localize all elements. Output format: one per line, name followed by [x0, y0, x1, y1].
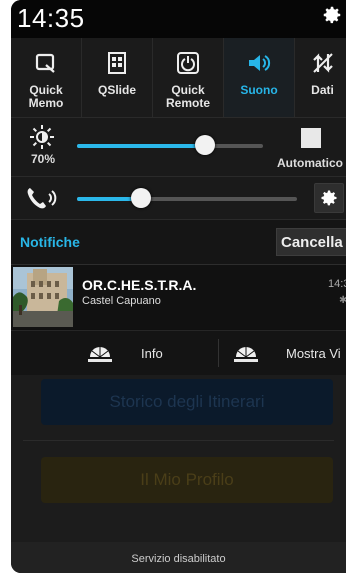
qslide-icon	[108, 52, 126, 74]
toggle-quick-remote[interactable]: Quick Remote	[153, 38, 224, 117]
auto-brightness-checkbox[interactable]	[301, 128, 321, 148]
volume-row	[11, 177, 346, 220]
toggle-quick-memo[interactable]: Quick Memo	[11, 38, 82, 117]
show-action-label: Mostra Vi	[286, 346, 341, 361]
quick-remote-icon	[177, 52, 199, 74]
notification-title: OR.C.HE.S.T.R.A.	[82, 277, 197, 293]
gear-icon	[321, 190, 337, 206]
action-divider	[218, 339, 219, 367]
notification-item[interactable]: OR.C.HE.S.T.R.A. Castel Capuano 14:3 ✱	[11, 265, 346, 329]
toggle-sound[interactable]: Suono	[224, 38, 295, 117]
orchestra-logo-icon	[234, 347, 258, 362]
toggle-label: Quick Memo	[28, 83, 64, 110]
toggle-qslide[interactable]: QSlide	[82, 38, 153, 117]
brightness-row: 70% Automatico	[11, 118, 346, 177]
background-app: Storico degli Itinerari Il Mio Profilo	[11, 375, 346, 542]
divider	[23, 440, 334, 441]
data-icon	[312, 53, 333, 73]
brightness-slider-fill	[77, 144, 205, 148]
clear-notifications-button[interactable]: Cancella	[276, 228, 346, 256]
notification-subtitle: Castel Capuano	[82, 295, 161, 307]
quick-memo-icon	[35, 53, 55, 73]
volume-slider[interactable]	[77, 188, 297, 208]
settings-gear-icon[interactable]	[321, 4, 343, 26]
ringer-phone-icon	[27, 188, 57, 209]
sound-icon	[249, 55, 271, 71]
volume-slider-thumb[interactable]	[131, 188, 151, 208]
brightness-slider-thumb[interactable]	[195, 135, 215, 155]
notification-actions: Info Mostra Vi	[11, 330, 346, 376]
notification-time: 14:3	[328, 278, 346, 290]
brightness-slider[interactable]	[77, 135, 263, 155]
toggle-label: QSlide	[97, 83, 136, 97]
volume-settings-button[interactable]	[314, 183, 344, 213]
quick-toggles: Quick Memo QSlide Quick Remote Suono Dat…	[11, 38, 346, 118]
toggle-label: Quick Remote	[165, 83, 210, 110]
info-action-label: Info	[141, 346, 163, 361]
toggle-label: Dati	[311, 83, 334, 97]
brightness-percent: 70%	[31, 152, 56, 166]
notification-panel: 14:35 Quick Memo QSlide Quick Remote Suo…	[11, 0, 346, 573]
status-bar: 14:35	[11, 0, 346, 38]
notifications-header: Notifiche Cancella	[11, 220, 346, 265]
orchestra-logo-icon	[88, 347, 112, 362]
auto-brightness-label: Automatico	[277, 156, 343, 170]
notifications-title: Notifiche	[20, 234, 80, 250]
brightness-sun-icon	[30, 125, 54, 149]
toggle-data[interactable]: Dati	[295, 38, 346, 117]
clock: 14:35	[17, 3, 85, 33]
show-action[interactable]: Mostra Vi	[229, 331, 346, 375]
service-status: Servizio disabilitato	[11, 542, 346, 573]
info-action[interactable]: Info	[81, 331, 217, 375]
history-button: Storico degli Itinerari	[41, 379, 333, 425]
toggle-label: Suono	[240, 83, 278, 97]
notification-thumbnail	[13, 267, 73, 327]
notification-small-icon: ✱	[339, 295, 346, 306]
profile-button: Il Mio Profilo	[41, 457, 333, 503]
